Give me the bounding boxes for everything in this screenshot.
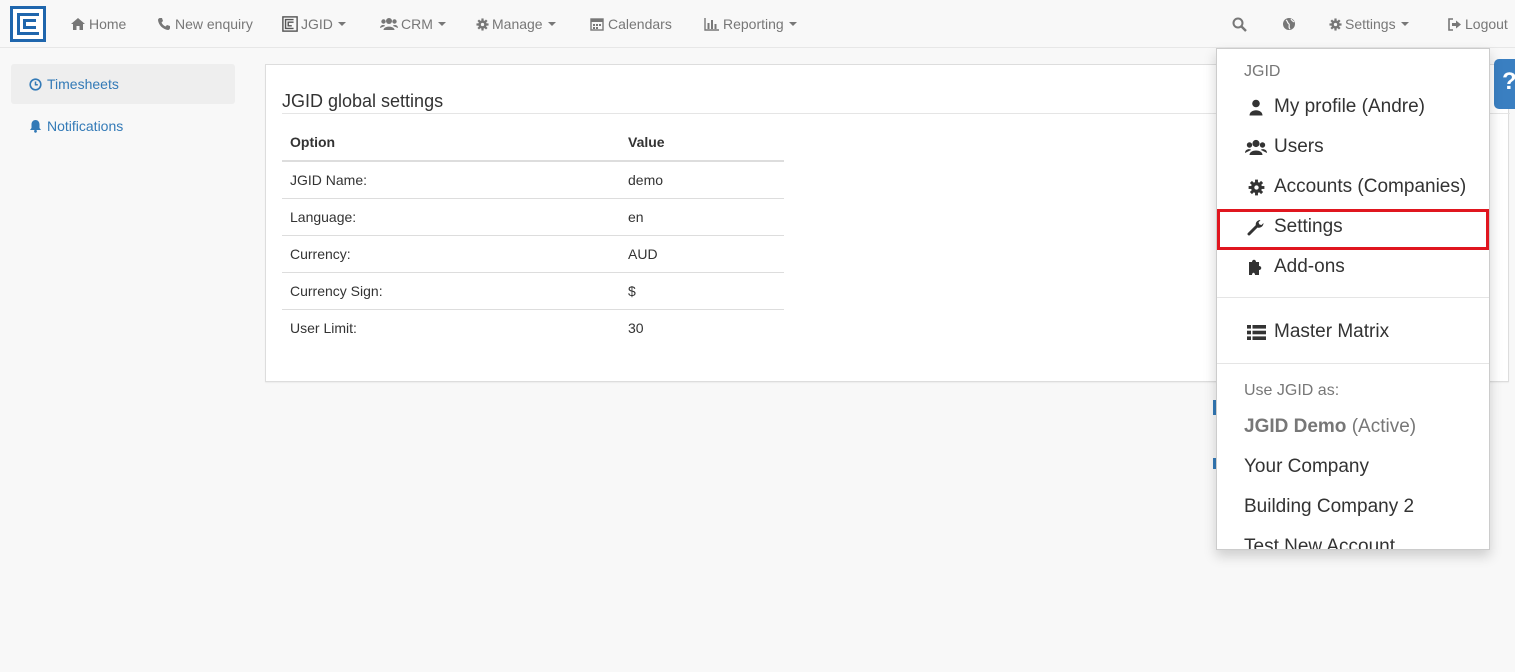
help-tab[interactable]: ? — [1494, 59, 1515, 109]
option-cell: Currency Sign: — [282, 271, 620, 309]
account-name: Your Company — [1244, 456, 1369, 477]
bell-icon — [28, 119, 42, 133]
nav-jgid-menu[interactable]: JGID — [282, 0, 346, 48]
puzzle-icon — [1245, 257, 1267, 277]
nav-logout-label: Logout — [1465, 16, 1508, 32]
nav-settings-label: Settings — [1345, 16, 1396, 32]
table-header-row: Option Value — [282, 124, 784, 162]
app-logo[interactable] — [10, 6, 46, 42]
caret-down-icon — [337, 22, 346, 26]
menu-item-add-ons[interactable]: Add-ons — [1217, 247, 1489, 287]
menu-item-label: Add-ons — [1274, 256, 1345, 277]
menu-item-master-matrix[interactable]: Master Matrix — [1217, 312, 1489, 352]
search-button[interactable] — [1231, 0, 1250, 48]
nav-settings-menu[interactable]: Settings — [1329, 0, 1409, 48]
sidebar-item-notifications[interactable]: Notifications — [11, 106, 235, 146]
caret-down-icon — [437, 22, 446, 26]
panel-title: JGID global settings — [282, 91, 444, 111]
option-cell: Language: — [282, 197, 620, 235]
nav-new-enquiry-label: New enquiry — [175, 16, 253, 32]
account-item[interactable]: Test New Account — [1217, 527, 1489, 550]
user-icon — [1245, 97, 1267, 117]
list-icon — [1245, 322, 1267, 342]
option-cell: User Limit: — [282, 308, 620, 346]
menu-item-label: Users — [1274, 136, 1324, 157]
value-cell: demo — [620, 160, 784, 198]
language-button[interactable] — [1281, 0, 1300, 48]
gear-icon — [1245, 177, 1267, 197]
account-name: Building Company 2 — [1244, 496, 1415, 517]
menu-item-my-profile[interactable]: My profile (Andre) — [1217, 87, 1489, 127]
nav-jgid-label: JGID — [301, 16, 333, 32]
caret-down-icon — [547, 22, 556, 26]
gear-icon — [1329, 16, 1342, 32]
value-cell: 30 — [620, 308, 784, 346]
highlight-box — [1217, 209, 1489, 250]
nav-calendars-label: Calendars — [608, 16, 672, 32]
dropdown-header-jgid: JGID — [1244, 63, 1281, 80]
table-row: JGID Name: demo — [282, 160, 784, 198]
nav-crm-menu[interactable]: CRM — [380, 0, 446, 48]
sidebar-item-label: Notifications — [47, 118, 124, 134]
menu-divider — [1217, 297, 1489, 298]
search-icon — [1231, 16, 1247, 32]
clock-icon — [28, 77, 42, 91]
menu-item-accounts[interactable]: Accounts (Companies) — [1217, 167, 1489, 207]
nav-crm-label: CRM — [401, 16, 433, 32]
table-row: Currency: AUD — [282, 234, 784, 272]
gear-icon — [476, 16, 489, 32]
value-cell: $ — [620, 271, 784, 309]
users-icon — [380, 16, 398, 32]
calendar-icon — [589, 16, 605, 32]
nav-reporting-label: Reporting — [723, 16, 784, 32]
nav-reporting-menu[interactable]: Reporting — [704, 0, 797, 48]
option-cell: Currency: — [282, 234, 620, 272]
column-header-value: Value — [620, 124, 784, 162]
menu-item-label: My profile (Andre) — [1274, 96, 1425, 117]
sidebar-item-label: Timesheets — [47, 76, 119, 92]
home-icon — [70, 16, 86, 32]
settings-dropdown-menu: JGID My profile (Andre) Users Accounts (… — [1216, 48, 1490, 550]
nav-home[interactable]: Home — [70, 0, 126, 48]
logout-icon — [1446, 16, 1462, 32]
dropdown-header-use-as: Use JGID as: — [1244, 382, 1340, 399]
value-cell: en — [620, 197, 784, 235]
bar-chart-icon — [704, 16, 720, 32]
table-row: User Limit: 30 — [282, 308, 784, 346]
account-name: Test New Account — [1244, 536, 1396, 550]
column-header-option: Option — [282, 124, 620, 162]
active-account-status: (Active) — [1351, 416, 1417, 437]
nav-new-enquiry[interactable]: New enquiry — [156, 0, 253, 48]
table-row: Language: en — [282, 197, 784, 235]
help-tab-label: ? — [1502, 68, 1515, 95]
nav-calendars[interactable]: Calendars — [589, 0, 672, 48]
nav-manage-label: Manage — [492, 16, 543, 32]
account-item-active[interactable]: JGID Demo (Active) — [1217, 407, 1489, 447]
caret-down-icon — [788, 22, 797, 26]
option-cell: JGID Name: — [282, 160, 620, 198]
menu-item-users[interactable]: Users — [1217, 127, 1489, 167]
sidebar-item-timesheets[interactable]: Timesheets — [11, 64, 235, 104]
menu-divider — [1217, 363, 1489, 364]
menu-item-label: Master Matrix — [1274, 321, 1390, 342]
nav-home-label: Home — [89, 16, 127, 32]
account-item[interactable]: Building Company 2 — [1217, 487, 1489, 527]
settings-table: Option Value JGID Name: demo Language: e… — [282, 124, 784, 346]
nav-logout[interactable]: Logout — [1446, 0, 1508, 48]
globe-icon — [1281, 16, 1297, 32]
account-item[interactable]: Your Company — [1217, 447, 1489, 487]
caret-down-icon — [1400, 22, 1409, 26]
top-navbar: Home New enquiry JGID CRM Manage Calenda… — [0, 0, 1515, 48]
menu-item-label: Accounts (Companies) — [1274, 176, 1467, 197]
jgid-logo-icon — [282, 16, 298, 32]
nav-manage-menu[interactable]: Manage — [476, 0, 556, 48]
value-cell: AUD — [620, 234, 784, 272]
users-icon — [1245, 137, 1267, 157]
active-account-name: JGID Demo — [1244, 416, 1347, 437]
table-row: Currency Sign: $ — [282, 271, 784, 309]
phone-icon — [156, 16, 172, 32]
